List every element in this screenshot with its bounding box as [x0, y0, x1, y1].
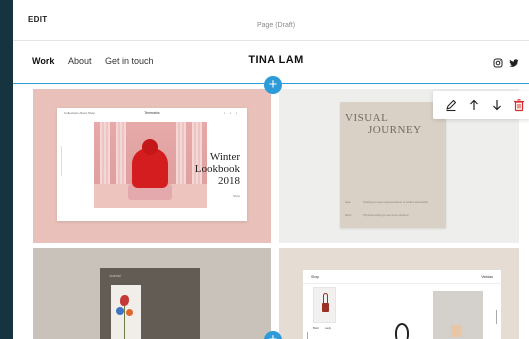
blue-flower [116, 307, 124, 315]
preview-title: Tenmarks [144, 111, 160, 115]
project-tile-shop[interactable]: Shop Veddas Bold Lady [279, 248, 519, 339]
product-label: Bold [313, 326, 319, 330]
book-title-line: JOURNEY [368, 124, 422, 136]
side-mark [307, 332, 308, 339]
book-row-label: Work [345, 213, 352, 217]
instagram-icon[interactable] [493, 55, 503, 68]
lookbook-headline: Winter Lookbook 2018 Shop [195, 151, 240, 202]
website-preview: Collections About Shop Tenmarks ▪ ▪ ▪ Wi… [57, 108, 247, 221]
book-row-text: Physical testing to see best solutions [363, 213, 409, 217]
flower-photo [111, 285, 141, 339]
preview-icons: ▪ ▪ ▪ [224, 111, 239, 115]
book-row-text: Sharing an open representation of what's… [363, 200, 429, 204]
headline-line: 2018 [218, 175, 240, 187]
headline-line: Lookbook [194, 163, 240, 175]
flower-stem [124, 305, 125, 339]
block-toolbar [433, 91, 529, 119]
preview-divider [61, 146, 62, 176]
project-tile-journal[interactable]: Journal [33, 248, 271, 339]
site-brand-title[interactable]: TINA LAM [13, 54, 529, 66]
shop-brand: Veddas [481, 275, 493, 279]
work-gallery: Collections About Shop Tenmarks ▪ ▪ ▪ Wi… [13, 85, 529, 339]
preview-tag: Shop [232, 194, 240, 198]
journal-preview: Journal [100, 268, 200, 339]
book-title: VISUAL JOURNEY [345, 112, 422, 136]
book-row: Idea Sharing an open representation of wh… [345, 200, 428, 204]
twitter-icon[interactable] [509, 55, 519, 67]
preview-header: Collections About Shop Tenmarks ▪ ▪ ▪ [57, 108, 247, 118]
shop-divider [303, 283, 501, 284]
shop-label: Shop [311, 275, 320, 279]
project-tile-winter-lookbook[interactable]: Collections About Shop Tenmarks ▪ ▪ ▪ Wi… [33, 89, 271, 243]
editor-top-bar: EDIT Page (Draft) [13, 0, 529, 41]
add-section-button[interactable]: + [264, 76, 282, 94]
journal-label: Journal [109, 274, 121, 278]
move-up-icon[interactable] [467, 98, 481, 112]
tan-box [451, 325, 461, 337]
red-bag [322, 303, 329, 312]
shop-preview: Shop Veddas Bold Lady [303, 270, 501, 339]
red-coat-photo [94, 122, 207, 208]
orange-flower [126, 309, 133, 316]
product-label: Lady [325, 326, 332, 330]
headline-line: Winter [209, 151, 240, 163]
red-hood [142, 139, 158, 155]
red-flower [120, 295, 129, 306]
book-title-line: VISUAL [345, 112, 389, 124]
book-cover: VISUAL JOURNEY Idea Sharing an open repre… [340, 102, 446, 228]
page-status-label: Page (Draft) [256, 22, 296, 29]
book-row: Work Physical testing to see best solutio… [345, 213, 409, 217]
edit-pencil-icon[interactable] [444, 98, 458, 112]
book-row-label: Idea [345, 200, 351, 204]
move-down-icon[interactable] [490, 98, 504, 112]
delete-icon[interactable] [512, 98, 526, 112]
side-mark [496, 310, 497, 324]
bag-photo [313, 287, 336, 323]
site-editor-frame: EDIT Page (Draft) Work About Get in touc… [13, 0, 529, 339]
black-object [395, 323, 409, 339]
